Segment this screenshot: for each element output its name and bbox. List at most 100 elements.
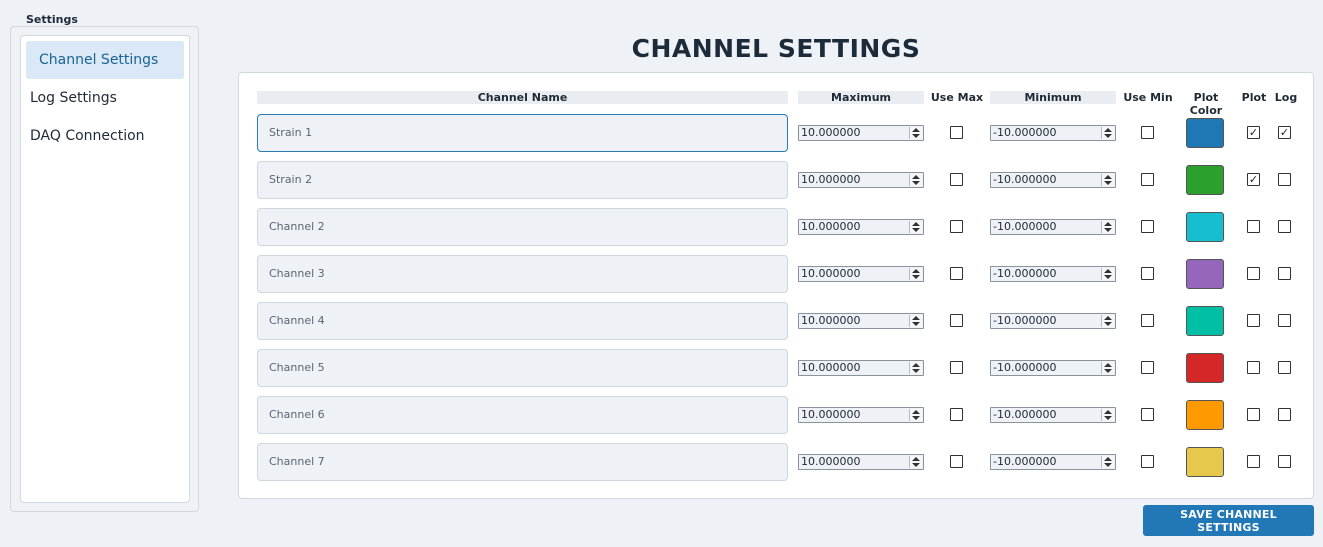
log-checkbox[interactable]: ✓ [1278,126,1291,139]
plot-color-swatch[interactable] [1186,212,1224,242]
plot-color-swatch[interactable] [1186,118,1224,148]
maximum-spinbox[interactable]: 10.000000 [798,172,924,188]
header-plot: Plot [1241,91,1267,104]
spin-arrows-icon[interactable] [1101,362,1114,374]
minimum-value: -10.000000 [993,126,1057,139]
minimum-spinbox[interactable]: -10.000000 [990,172,1116,188]
maximum-value: 10.000000 [801,173,861,186]
plot-checkbox[interactable] [1247,220,1260,233]
settings-nav: Channel Settings Log Settings DAQ Connec… [20,35,190,503]
maximum-spinbox[interactable]: 10.000000 [798,407,924,423]
minimum-spinbox[interactable]: -10.000000 [990,313,1116,329]
log-checkbox[interactable] [1278,455,1291,468]
maximum-spinbox[interactable]: 10.000000 [798,313,924,329]
use-max-checkbox[interactable] [950,408,963,421]
log-checkbox[interactable] [1278,173,1291,186]
plot-color-swatch[interactable] [1186,306,1224,336]
use-min-checkbox[interactable] [1141,314,1154,327]
spin-arrows-icon[interactable] [909,362,922,374]
use-min-checkbox[interactable] [1141,408,1154,421]
minimum-spinbox[interactable]: -10.000000 [990,407,1116,423]
use-max-checkbox[interactable] [950,126,963,139]
channel-name-input[interactable]: Channel 2 [257,208,788,246]
channel-name-input[interactable]: Channel 5 [257,349,788,387]
settings-group-title: Settings [22,13,82,26]
plot-color-swatch[interactable] [1186,353,1224,383]
maximum-spinbox[interactable]: 10.000000 [798,454,924,470]
minimum-spinbox[interactable]: -10.000000 [990,360,1116,376]
spin-arrows-icon[interactable] [909,221,922,233]
channel-name-input[interactable]: Strain 2 [257,161,788,199]
spin-arrows-icon[interactable] [1101,456,1114,468]
minimum-spinbox[interactable]: -10.000000 [990,219,1116,235]
maximum-spinbox[interactable]: 10.000000 [798,360,924,376]
spin-arrows-icon[interactable] [1101,268,1114,280]
spin-arrows-icon[interactable] [909,315,922,327]
header-channel-name: Channel Name [257,91,788,104]
maximum-value: 10.000000 [801,220,861,233]
nav-item-daq-connection[interactable]: DAQ Connection [26,117,184,155]
maximum-value: 10.000000 [801,361,861,374]
use-min-checkbox[interactable] [1141,267,1154,280]
use-max-checkbox[interactable] [950,220,963,233]
maximum-spinbox[interactable]: 10.000000 [798,219,924,235]
spin-arrows-icon[interactable] [909,268,922,280]
spin-arrows-icon[interactable] [1101,127,1114,139]
spin-arrows-icon[interactable] [1101,221,1114,233]
save-channel-settings-button[interactable]: SAVE CHANNEL SETTINGS [1143,505,1314,536]
spin-arrows-icon[interactable] [1101,409,1114,421]
header-maximum: Maximum [798,91,924,104]
spin-arrows-icon[interactable] [909,174,922,186]
header-log: Log [1274,91,1298,104]
log-checkbox[interactable] [1278,408,1291,421]
nav-item-log-settings[interactable]: Log Settings [26,79,184,117]
spin-arrows-icon[interactable] [909,409,922,421]
log-checkbox[interactable] [1278,314,1291,327]
plot-checkbox[interactable]: ✓ [1247,173,1260,186]
header-minimum: Minimum [990,91,1116,104]
channel-name-input[interactable]: Strain 1 [257,114,788,152]
use-min-checkbox[interactable] [1141,126,1154,139]
minimum-spinbox[interactable]: -10.000000 [990,266,1116,282]
use-max-checkbox[interactable] [950,455,963,468]
plot-checkbox[interactable] [1247,455,1260,468]
spin-arrows-icon[interactable] [1101,174,1114,186]
channel-name-input[interactable]: Channel 6 [257,396,788,434]
header-use-min: Use Min [1123,91,1173,104]
log-checkbox[interactable] [1278,267,1291,280]
plot-color-swatch[interactable] [1186,165,1224,195]
use-max-checkbox[interactable] [950,314,963,327]
minimum-value: -10.000000 [993,267,1057,280]
log-checkbox[interactable] [1278,220,1291,233]
log-checkbox[interactable] [1278,361,1291,374]
minimum-value: -10.000000 [993,173,1057,186]
plot-checkbox[interactable] [1247,408,1260,421]
plot-checkbox[interactable] [1247,361,1260,374]
plot-color-swatch[interactable] [1186,259,1224,289]
plot-checkbox[interactable] [1247,314,1260,327]
minimum-spinbox[interactable]: -10.000000 [990,125,1116,141]
maximum-spinbox[interactable]: 10.000000 [798,125,924,141]
channel-name-input[interactable]: Channel 3 [257,255,788,293]
plot-color-swatch[interactable] [1186,447,1224,477]
nav-item-channel-settings[interactable]: Channel Settings [26,41,184,79]
plot-checkbox[interactable]: ✓ [1247,126,1260,139]
use-min-checkbox[interactable] [1141,455,1154,468]
spin-arrows-icon[interactable] [909,127,922,139]
use-max-checkbox[interactable] [950,173,963,186]
use-min-checkbox[interactable] [1141,361,1154,374]
minimum-spinbox[interactable]: -10.000000 [990,454,1116,470]
plot-checkbox[interactable] [1247,267,1260,280]
use-max-checkbox[interactable] [950,267,963,280]
use-min-checkbox[interactable] [1141,173,1154,186]
plot-color-swatch[interactable] [1186,400,1224,430]
channel-name-input[interactable]: Channel 7 [257,443,788,481]
maximum-spinbox[interactable]: 10.000000 [798,266,924,282]
maximum-value: 10.000000 [801,314,861,327]
spin-arrows-icon[interactable] [909,456,922,468]
spin-arrows-icon[interactable] [1101,315,1114,327]
use-min-checkbox[interactable] [1141,220,1154,233]
use-max-checkbox[interactable] [950,361,963,374]
channel-name-input[interactable]: Channel 4 [257,302,788,340]
minimum-value: -10.000000 [993,455,1057,468]
